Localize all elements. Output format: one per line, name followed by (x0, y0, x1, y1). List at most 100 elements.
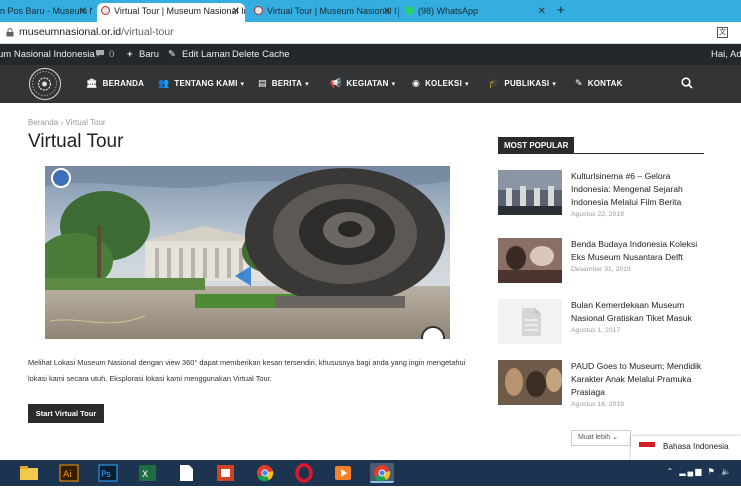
tab-title: Virtual Tour | Museum Nasional In (114, 6, 245, 16)
post-date: Desember 31, 2019 (571, 266, 631, 273)
browser-tab[interactable]: Virtual Tour | Museum Nasional Ind ✕ (250, 3, 396, 22)
post-date: Agustus 22, 2019 (571, 211, 624, 218)
post-title[interactable]: PAUD Goes to Museum; Mendidik Karakter A… (571, 360, 706, 399)
system-tray[interactable]: ⌃ ▂▄▆ ⚑ 🔈 (666, 467, 733, 476)
breadcrumb-current: Virtual Tour (65, 118, 106, 127)
museum-logo[interactable] (29, 68, 61, 100)
browser-tab-active[interactable]: Virtual Tour | Museum Nasional In ✕ (97, 3, 245, 22)
file-explorer-icon[interactable] (17, 463, 41, 483)
opera-icon[interactable] (292, 463, 316, 483)
chevron-down-icon: ▾ (465, 81, 469, 88)
admin-site-name[interactable]: um Nasional Indonesia (0, 49, 95, 60)
post-title[interactable]: Bulan Kemerdekaan Museum Nasional Gratis… (571, 299, 706, 325)
megaphone-icon: 📢 (330, 78, 342, 88)
nav-label: PUBLIKASI (504, 79, 550, 88)
chevron-up-icon[interactable]: ⌃ (666, 467, 675, 476)
close-tab-icon[interactable]: ✕ (232, 3, 240, 20)
new-content-link[interactable]: Baru (139, 49, 159, 60)
illustrator-icon[interactable]: Ai (57, 463, 81, 483)
close-tab-icon[interactable]: ✕ (79, 3, 87, 20)
excel-icon[interactable]: X (135, 463, 159, 483)
museum-favicon-icon (254, 6, 263, 15)
tab-divider (398, 7, 399, 18)
network-icon[interactable]: ▂▄▆ (679, 467, 703, 476)
close-tab-icon[interactable]: ✕ (383, 3, 391, 20)
windows-taskbar: Ai Ps X ⌃ ▂▄▆ ⚑ 🔈 (0, 460, 741, 486)
start-virtual-tour-button[interactable]: Start Virtual Tour (28, 404, 104, 423)
photoshop-icon[interactable]: Ps (96, 463, 120, 483)
new-tab-button[interactable]: + (557, 2, 565, 17)
document-file-icon[interactable] (174, 463, 198, 483)
target-icon: ◉ (412, 78, 421, 88)
nav-label: KONTAK (587, 79, 623, 88)
newspaper-icon: ▤ (258, 78, 267, 88)
heading-underline (498, 153, 704, 154)
media-player-icon[interactable] (331, 463, 355, 483)
post-thumbnail[interactable] (498, 170, 562, 215)
most-popular-heading: MOST POPULAR (498, 137, 575, 154)
chevron-down-icon: ▾ (240, 81, 245, 88)
url-path: /virtual-tour (121, 26, 174, 38)
intro-paragraph: Melihat Lokasi Museum Nasional dengan vi… (28, 358, 466, 383)
language-selector[interactable]: Bahasa Indonesia (631, 436, 741, 460)
post-title[interactable]: Benda Budaya Indonesia Koleksi Eks Museu… (571, 238, 706, 264)
popular-post[interactable]: Kulturlsinema #6 – Gelora Indonesia: Men… (498, 170, 708, 218)
chevron-down-icon: ⌄ (612, 434, 619, 441)
popular-post[interactable]: PAUD Goes to Museum; Mendidik Karakter A… (498, 360, 708, 408)
comments-icon[interactable] (95, 49, 105, 60)
popular-post[interactable]: Bulan Kemerdekaan Museum Nasional Gratis… (498, 299, 708, 347)
location-pin-icon[interactable] (51, 168, 71, 188)
edit-page-link[interactable]: Edit Laman (182, 49, 230, 60)
chrome-active-icon[interactable] (370, 463, 394, 483)
post-title[interactable]: Kulturlsinema #6 – Gelora Indonesia: Men… (571, 170, 706, 209)
comments-count: 0 (109, 49, 115, 60)
delete-cache-link[interactable]: Delete Cache (232, 49, 290, 60)
breadcrumb-home[interactable]: Beranda (28, 118, 58, 127)
admin-greeting[interactable]: Hai, Adr (711, 49, 741, 60)
nav-kontak[interactable]: ✎ KONTAK (575, 78, 623, 89)
page-title: Virtual Tour (28, 131, 124, 152)
lock-icon (6, 28, 14, 37)
chevron-down-icon: ▾ (305, 81, 309, 88)
nav-beranda[interactable]: 🏛 BERANDA (86, 78, 144, 89)
address-bar[interactable]: museumnasional.or.id/virtual-tour 文 (0, 22, 741, 44)
browser-tab[interactable]: (98) WhatsApp ✕ (401, 3, 551, 22)
chevron-down-icon: ▾ (552, 81, 557, 88)
nav-berita[interactable]: ▤ BERITA ▾ (258, 78, 309, 89)
url-host: museumnasional.or.id (19, 26, 122, 38)
tab-title: Virtual Tour | Museum Nasional Ind (267, 6, 396, 16)
svg-text:X: X (142, 470, 148, 480)
load-more-button[interactable]: Muat lebih ⌄ (571, 430, 631, 446)
nav-kegiatan[interactable]: 📢 KEGIATAN ▾ (330, 78, 395, 89)
nav-label: BERANDA (102, 79, 145, 88)
indonesia-flag-icon (639, 442, 655, 452)
powerpoint-icon[interactable] (213, 463, 237, 483)
browser-tab[interactable]: n Pos Baru - Museum N ✕ (0, 3, 92, 22)
language-label: Bahasa Indonesia (663, 442, 729, 451)
popular-post[interactable]: Benda Budaya Indonesia Koleksi Eks Museu… (498, 238, 708, 286)
document-icon (522, 308, 541, 336)
url-text[interactable]: museumnasional.or.id/virtual-tour (19, 26, 174, 38)
breadcrumb: Beranda › Virtual Tour (28, 118, 106, 127)
speaker-icon[interactable]: 🔈 (721, 467, 733, 476)
post-thumbnail-placeholder[interactable] (498, 299, 562, 344)
nav-label: KOLEKSI (425, 79, 463, 88)
chrome-icon[interactable] (253, 463, 277, 483)
virtual-tour-panorama[interactable] (45, 166, 450, 339)
tab-title: (98) WhatsApp (418, 6, 479, 16)
bank-icon: 🏛 (86, 78, 98, 88)
edit-icon: ✎ (575, 78, 583, 88)
whatsapp-icon (405, 6, 414, 15)
search-icon[interactable] (681, 77, 693, 89)
translate-icon[interactable]: 文 (717, 27, 728, 38)
nav-tentang-kami[interactable]: 👥 TENTANG KAMI ▾ (158, 78, 244, 89)
nav-koleksi[interactable]: ◉ KOLEKSI ▾ (412, 78, 469, 89)
close-tab-icon[interactable]: ✕ (538, 3, 546, 20)
main-navigation: 🏛 BERANDA 👥 TENTANG KAMI ▾ ▤ BERITA ▾ 📢 KEGIAT… (0, 65, 741, 103)
post-thumbnail[interactable] (498, 360, 562, 405)
flag-icon[interactable]: ⚑ (708, 467, 717, 476)
nav-publikasi[interactable]: 🎓 PUBLIKASI ▾ (488, 78, 556, 89)
users-icon: 👥 (158, 78, 170, 88)
svg-text:Ps: Ps (101, 470, 111, 480)
post-thumbnail[interactable] (498, 238, 562, 283)
